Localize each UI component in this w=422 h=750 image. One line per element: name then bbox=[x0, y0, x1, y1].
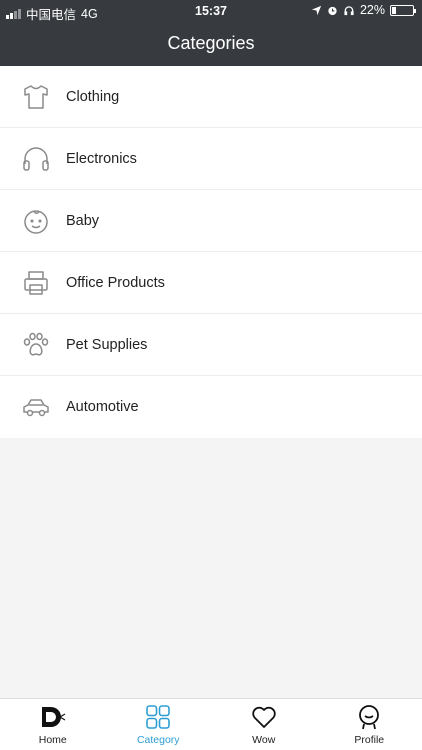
category-label: Clothing bbox=[66, 88, 120, 105]
location-icon bbox=[311, 5, 322, 15]
tab-label: Profile bbox=[354, 734, 385, 746]
category-label: Electronics bbox=[66, 150, 137, 167]
person-icon bbox=[359, 705, 380, 730]
top-bar: 中国电信 4G 15:37 22% Categories bbox=[0, 0, 422, 66]
grid-icon bbox=[146, 705, 171, 729]
category-row-electronics[interactable]: Electronics bbox=[0, 128, 422, 190]
category-label: Automotive bbox=[66, 399, 139, 415]
category-row-baby[interactable]: Baby bbox=[0, 190, 422, 252]
shirt-icon bbox=[18, 79, 54, 115]
tab-bar: Home Category Wow Profile bbox=[0, 698, 422, 750]
category-row-clothing[interactable]: Clothing bbox=[0, 66, 422, 128]
status-bar: 中国电信 4G 15:37 22% bbox=[0, 0, 422, 22]
battery-icon bbox=[390, 4, 416, 16]
heart-icon bbox=[252, 706, 276, 728]
category-label: Pet Supplies bbox=[66, 336, 148, 353]
category-row-office-products[interactable]: Office Products bbox=[0, 252, 422, 314]
tab-home[interactable]: Home bbox=[0, 699, 106, 750]
headphones-icon bbox=[18, 141, 54, 177]
alarm-icon bbox=[328, 6, 337, 15]
printer-icon bbox=[18, 265, 54, 301]
tab-category[interactable]: Category bbox=[106, 699, 212, 750]
tab-label: Wow bbox=[252, 734, 276, 746]
battery-fill bbox=[392, 6, 397, 14]
status-right: 22% bbox=[311, 3, 416, 17]
home-logo-icon bbox=[41, 707, 66, 727]
page-title: Categories bbox=[167, 33, 255, 53]
category-row-automotive[interactable]: Automotive bbox=[0, 376, 422, 438]
headphones-status-icon bbox=[344, 5, 354, 15]
paw-icon bbox=[18, 327, 54, 363]
tab-label: Home bbox=[38, 734, 67, 746]
tab-profile[interactable]: Profile bbox=[317, 699, 422, 750]
car-icon bbox=[18, 389, 54, 425]
tab-label: Category bbox=[136, 734, 180, 746]
battery-text: 22% bbox=[359, 3, 385, 17]
category-row-pet-supplies[interactable]: Pet Supplies bbox=[0, 314, 422, 376]
category-label: Office Products bbox=[66, 274, 165, 291]
tab-wow[interactable]: Wow bbox=[211, 699, 317, 750]
category-label: Baby bbox=[66, 212, 100, 229]
category-list: Clothing Electronics Baby Office Product… bbox=[0, 66, 422, 438]
baby-face-icon bbox=[18, 203, 54, 239]
